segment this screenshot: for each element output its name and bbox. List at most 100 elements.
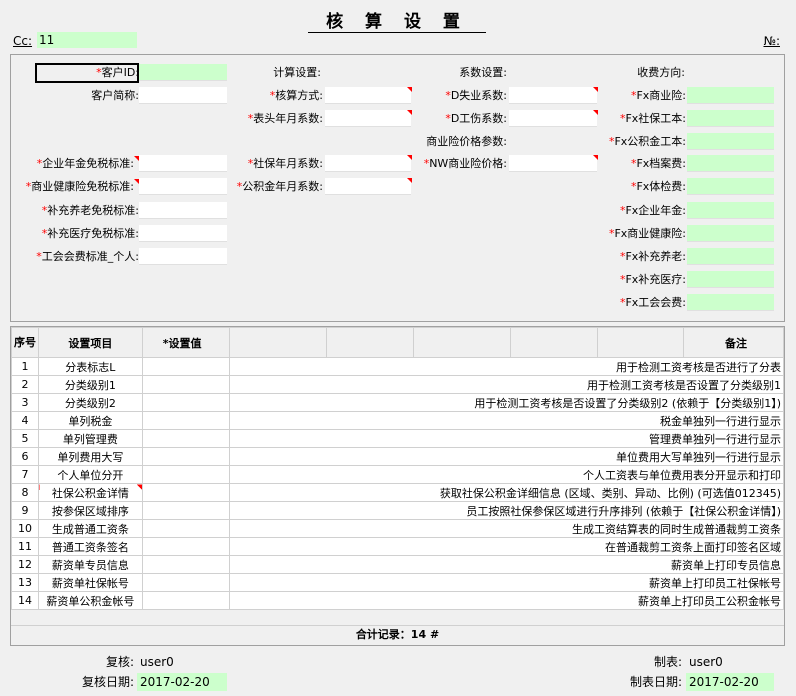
col4-label-8: *Fx补充医疗: — [576, 272, 686, 288]
col1-field-6[interactable] — [139, 248, 227, 265]
col4-header: 收费方向: — [637, 66, 685, 79]
col4-label-1-text: Fx社保工本: — [625, 112, 686, 125]
col4-label-4: *Fx体检费: — [576, 179, 686, 195]
cell-seq: 5 — [11, 429, 39, 448]
col-header-blank2 — [326, 327, 415, 358]
cell-value[interactable] — [141, 483, 231, 502]
col1-label-3-text: 商业健康险免税标准: — [31, 180, 134, 193]
col-header-seq[interactable]: 序号 — [11, 327, 39, 358]
col4-field-1[interactable] — [687, 110, 774, 127]
cell-remark: 管理费单独列一行进行显示 — [229, 429, 784, 448]
col-header-blank5 — [597, 327, 685, 358]
col4-label-0: *Fx商业险: — [576, 88, 686, 104]
number-label: №: — [763, 34, 780, 48]
col3-label-0-text: D失业系数: — [450, 89, 507, 102]
col1-field-4[interactable] — [139, 202, 227, 219]
cell-value[interactable] — [141, 411, 231, 430]
review-label: 复核: — [105, 655, 134, 669]
cell-value[interactable] — [141, 555, 231, 574]
col4-label-5: *Fx企业年金: — [576, 203, 686, 219]
col4-field-6[interactable] — [687, 225, 774, 242]
col4-label-8-text: Fx补充医疗: — [625, 273, 686, 286]
cell-item: 社保公积金详情 — [38, 483, 143, 502]
table-row[interactable]: 8 社保公积金详情 获取社保公积金详细信息 (区域、类别、异动、比例) (可选值01… — [11, 483, 784, 502]
make-date-label: 制表日期: — [629, 675, 682, 689]
settings-form-panel: *客户ID: 客户简称: *企业年金免税标准: *商业健康险免税标准: *补充养老免税标… — [10, 54, 785, 322]
col4-field-0[interactable] — [687, 87, 774, 104]
cell-seq: 13 — [11, 573, 39, 592]
cell-value[interactable] — [141, 429, 231, 448]
col4-field-2[interactable] — [687, 133, 774, 150]
col1-field-5[interactable] — [139, 225, 227, 242]
table-row[interactable]: 9 按参保区域排序 员工按照社保参保区域进行升序排列 (依赖于【社保公积金详情】) — [11, 501, 784, 520]
cell-value[interactable] — [141, 465, 231, 484]
cell-remark: 用于检测工资考核是否进行了分表 — [229, 357, 784, 376]
settings-grid: 序号 设置项目 *设置值 备注 1 分表标志L 用于检测工资考核是否进行了分表 2 分类… — [10, 326, 785, 646]
col3-header: 系数设置: — [459, 66, 507, 79]
col-header-blank4 — [510, 327, 599, 358]
cell-remark: 税金单独列一行进行显示 — [229, 411, 784, 430]
table-row[interactable]: 14 薪资单公积金帐号 薪资单上打印员工公积金帐号 — [11, 591, 784, 610]
cell-value[interactable] — [141, 537, 231, 556]
col-header-value[interactable]: *设置值 — [141, 327, 231, 358]
cell-value[interactable] — [141, 393, 231, 412]
col4-field-9[interactable] — [687, 294, 774, 311]
col4-field-8[interactable] — [687, 271, 774, 288]
cell-remark: 用于检测工资考核是否设置了分类级别1 — [229, 375, 784, 394]
col4-label-4-text: Fx体检费: — [636, 180, 686, 193]
page-title: 核 算 设 置 — [308, 11, 486, 33]
table-row[interactable]: 13 薪资单社保帐号 薪资单上打印员工社保帐号 — [11, 573, 784, 592]
table-row[interactable]: 2 分类级别1 用于检测工资考核是否设置了分类级别1 — [11, 375, 784, 394]
col4-label-6-text: Fx商业健康险: — [614, 227, 686, 240]
cell-remark: 用于检测工资考核是否设置了分类级别2 (依赖于【分类级别1】) — [229, 393, 784, 412]
cell-value[interactable] — [141, 519, 231, 538]
cell-seq: 6 — [11, 447, 39, 466]
review-date-field[interactable]: 2017-02-20 — [137, 673, 227, 691]
col-header-item[interactable]: 设置项目 — [38, 327, 143, 358]
col4-label-2-text: Fx公积金工本: — [614, 135, 686, 148]
table-row[interactable]: 10 生成普通工资条 生成工资结算表的同时生成普通裁剪工资条 — [11, 519, 784, 538]
col-header-remark[interactable]: 备注 — [683, 327, 784, 358]
table-row[interactable]: 6 单列费用大写 单位费用大写单独列一行进行显示 — [11, 447, 784, 466]
col3-label-3-text: NW商业险价格: — [429, 157, 507, 170]
cell-value[interactable] — [141, 501, 231, 520]
cell-value[interactable] — [141, 447, 231, 466]
col1-label-2-text: 企业年金免税标准: — [42, 157, 134, 170]
cell-value[interactable] — [141, 357, 231, 376]
col1-label-6: *工会会费标准_个人: — [11, 249, 139, 265]
table-row[interactable]: 3 分类级别2 用于检测工资考核是否设置了分类级别2 (依赖于【分类级别1】) — [11, 393, 784, 412]
cc-value-field[interactable]: 11 — [37, 32, 137, 48]
col4-field-3[interactable] — [687, 155, 774, 172]
cell-item: 薪资单专员信息 — [38, 555, 143, 574]
col-header-blank1 — [229, 327, 328, 358]
col4-field-5[interactable] — [687, 202, 774, 219]
cell-value[interactable] — [141, 573, 231, 592]
cell-value[interactable] — [141, 375, 231, 394]
col1-label-4: *补充养老免税标准: — [11, 203, 139, 219]
cell-remark: 薪资单上打印员工公积金帐号 — [229, 591, 784, 610]
table-row[interactable]: 4 单列税金 税金单独列一行进行显示 — [11, 411, 784, 430]
col2-label-1: *表头年月系数: — [213, 111, 323, 127]
col1-field-0[interactable] — [139, 64, 227, 81]
cell-remark: 薪资单上打印员工社保帐号 — [229, 573, 784, 592]
cell-item: 生成普通工资条 — [38, 519, 143, 538]
col2-label-0: *核算方式: — [213, 88, 323, 104]
cell-remark: 生成工资结算表的同时生成普通裁剪工资条 — [229, 519, 784, 538]
table-row[interactable]: 7 个人单位分开 个人工资表与单位费用表分开显示和打印 — [11, 465, 784, 484]
col4-field-4[interactable] — [687, 178, 774, 195]
cell-seq: 10 — [11, 519, 39, 538]
col1-label-1: 客户简称: — [11, 88, 139, 104]
col-header-blank3 — [413, 327, 512, 358]
table-row[interactable]: 5 单列管理费 管理费单独列一行进行显示 — [11, 429, 784, 448]
make-date-field[interactable]: 2017-02-20 — [686, 673, 774, 691]
col2-field-3[interactable] — [325, 178, 412, 195]
table-row[interactable]: 11 普通工资条签名 在普通裁剪工资条上面打印签名区域 — [11, 537, 784, 556]
cell-remark: 在普通裁剪工资条上面打印签名区域 — [229, 537, 784, 556]
cell-value[interactable] — [141, 591, 231, 610]
review-value: user0 — [140, 655, 174, 669]
table-row[interactable]: 12 薪资单专员信息 薪资单上打印专员信息 — [11, 555, 784, 574]
col2-label-3-text: 公积金年月系数: — [242, 180, 323, 193]
col4-field-7[interactable] — [687, 248, 774, 265]
col2-label-0-text: 核算方式: — [275, 89, 323, 102]
table-row[interactable]: 1 分表标志L 用于检测工资考核是否进行了分表 — [11, 357, 784, 376]
